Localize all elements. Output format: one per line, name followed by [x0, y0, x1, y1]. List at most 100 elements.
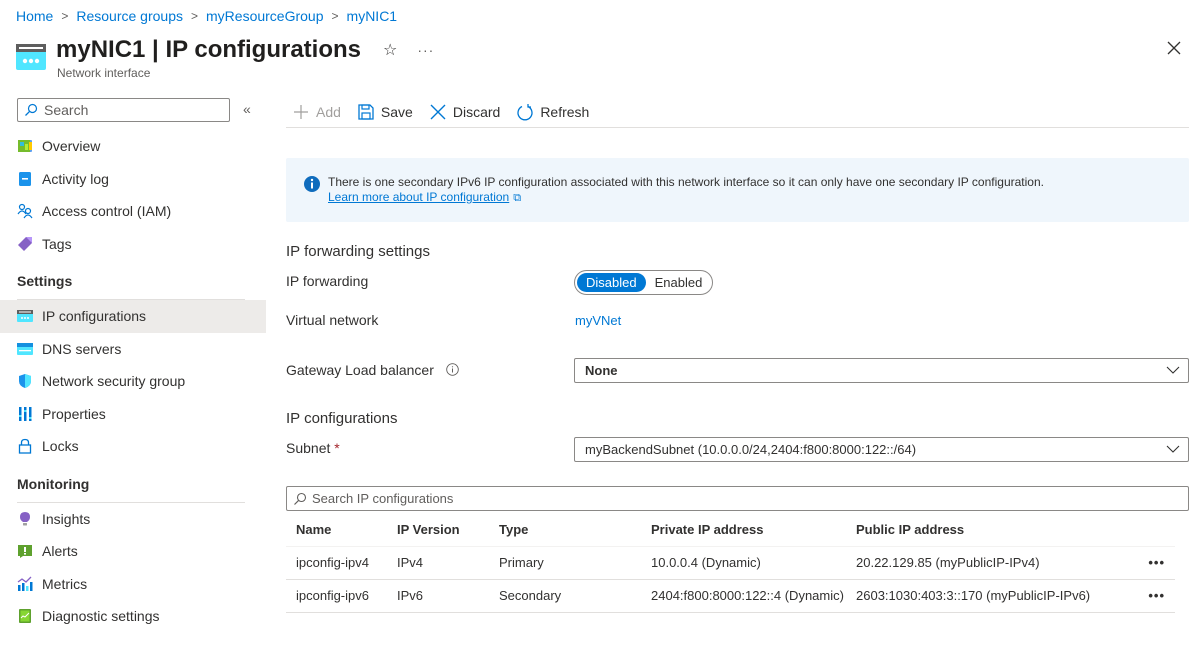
sidebar-item-tags[interactable]: Tags [0, 228, 266, 261]
resource-type: Network interface [57, 66, 151, 80]
sidebar-item-label: Metrics [42, 575, 88, 592]
sidebar-item-label: Locks [42, 438, 79, 455]
table-row[interactable]: ipconfig-ipv6 IPv6 Secondary 2404:f800:8… [286, 579, 1175, 613]
ip-forwarding-heading: IP forwarding settings [286, 243, 430, 260]
cell-ip-version: IPv6 [387, 579, 489, 613]
close-icon[interactable] [1166, 40, 1182, 56]
learn-more-link[interactable]: Learn more about IP configuration [328, 190, 509, 204]
cell-public-ip: 20.22.129.85 (myPublicIP-IPv4) [846, 546, 1126, 580]
sidebar-item-alerts[interactable]: Alerts [0, 535, 266, 568]
star-icon[interactable]: ☆ [383, 40, 397, 60]
save-button[interactable]: Save [357, 98, 413, 126]
toggle-enabled-option[interactable]: Enabled [646, 273, 712, 292]
sidebar-search[interactable] [17, 98, 230, 122]
table-row[interactable]: ipconfig-ipv4 IPv4 Primary 10.0.0.4 (Dyn… [286, 546, 1175, 580]
add-label: Add [316, 103, 341, 120]
cell-name: ipconfig-ipv4 [286, 546, 387, 580]
sidebar-item-label: Network security group [42, 373, 186, 390]
save-icon [358, 103, 374, 120]
cell-ip-version: IPv4 [387, 546, 489, 580]
info-banner: There is one secondary IPv6 IP configura… [286, 158, 1189, 222]
sidebar-item-diagnostic-settings[interactable]: Diagnostic settings [0, 600, 266, 633]
sidebar-item-overview[interactable]: Overview [0, 130, 266, 163]
row-more-button[interactable]: ••• [1126, 579, 1175, 613]
column-header-ip-version[interactable]: IP Version [387, 513, 489, 547]
column-header-private-ip[interactable]: Private IP address [641, 513, 846, 547]
subnet-label: Subnet * [286, 440, 340, 456]
sidebar-item-dns-servers[interactable]: DNS servers [0, 333, 266, 366]
sidebar-item-insights[interactable]: Insights [0, 503, 266, 536]
column-header-type[interactable]: Type [489, 513, 641, 547]
alert-icon [17, 543, 33, 559]
sidebar-nav: Overview Activity log Access control (IA… [0, 130, 266, 633]
breadcrumb-nic[interactable]: myNIC1 [347, 8, 398, 24]
cell-public-ip: 2603:1030:403:3::170 (myPublicIP-IPv6) [846, 579, 1126, 613]
sidebar-item-label: Tags [42, 235, 72, 252]
lock-icon [17, 438, 33, 454]
discard-icon [430, 104, 446, 119]
add-button[interactable]: Add [292, 98, 341, 126]
virtual-network-label: Virtual network [286, 312, 379, 328]
sidebar-item-properties[interactable]: Properties [0, 398, 266, 431]
more-options-button[interactable]: ··· [417, 42, 434, 58]
table-header-row: Name IP Version Type Private IP address … [286, 513, 1175, 547]
breadcrumb-resource-group[interactable]: myResourceGroup [206, 8, 324, 24]
discard-button[interactable]: Discard [429, 98, 500, 126]
ip-config-search[interactable] [286, 486, 1189, 511]
breadcrumb-resource-groups[interactable]: Resource groups [76, 8, 183, 24]
shield-icon [17, 373, 33, 389]
gateway-lb-label: Gateway Load balancer [286, 362, 459, 378]
search-icon [294, 492, 307, 505]
sidebar-item-ip-configurations[interactable]: IP configurations [0, 300, 266, 333]
breadcrumb: Home > Resource groups > myResourceGroup… [16, 8, 397, 24]
collapse-sidebar-button[interactable]: « [243, 101, 251, 117]
title-separator: | [145, 36, 166, 63]
cell-type: Primary [489, 546, 641, 580]
plus-icon [294, 104, 308, 119]
sidebar-item-label: Diagnostic settings [42, 608, 160, 625]
sidebar-item-label: IP configurations [42, 308, 147, 325]
activity-log-icon [17, 171, 33, 187]
virtual-network-link[interactable]: myVNet [575, 313, 621, 328]
info-tooltip-icon[interactable] [446, 363, 459, 376]
command-bar: Add Save Discard Refresh [286, 96, 1189, 128]
insights-icon [17, 511, 33, 527]
sidebar-item-label: Insights [42, 510, 91, 527]
blade-title: IP configurations [165, 36, 362, 63]
gateway-lb-dropdown[interactable]: None [574, 358, 1189, 383]
info-icon [304, 176, 320, 192]
sidebar-item-nsg[interactable]: Network security group [0, 365, 266, 398]
ip-config-search-input[interactable] [312, 491, 1162, 506]
network-interface-icon [16, 44, 46, 70]
column-header-name[interactable]: Name [286, 513, 387, 547]
ip-forwarding-label: IP forwarding [286, 273, 369, 289]
blade-header: myNIC1 | IP configurations ☆ ··· Network… [16, 34, 434, 80]
cell-type: Secondary [489, 579, 641, 613]
ip-forwarding-toggle[interactable]: Disabled Enabled [574, 270, 713, 295]
sidebar-search-input[interactable] [44, 102, 214, 118]
sidebar-item-locks[interactable]: Locks [0, 430, 266, 463]
metrics-icon [17, 576, 33, 592]
toggle-disabled-option[interactable]: Disabled [577, 273, 646, 292]
ip-config-icon [17, 308, 33, 324]
gateway-lb-label-text: Gateway Load balancer [286, 362, 434, 378]
subnet-label-text: Subnet [286, 440, 331, 456]
column-header-actions [1126, 513, 1175, 547]
sidebar-item-label: Alerts [42, 543, 78, 560]
ip-configurations-heading: IP configurations [286, 410, 398, 427]
refresh-button[interactable]: Refresh [516, 98, 589, 126]
row-more-button[interactable]: ••• [1126, 546, 1175, 580]
subnet-dropdown[interactable]: myBackendSubnet (10.0.0.0/24,2404:f800:8… [574, 437, 1189, 462]
cell-private-ip: 2404:f800:8000:122::4 (Dynamic) [641, 579, 846, 613]
required-indicator: * [334, 440, 340, 456]
sidebar-item-iam[interactable]: Access control (IAM) [0, 195, 266, 228]
ip-config-table: Name IP Version Type Private IP address … [286, 513, 1175, 613]
sidebar-item-label: Access control (IAM) [42, 203, 172, 220]
chevron-right-icon: > [191, 9, 199, 23]
breadcrumb-home[interactable]: Home [16, 8, 53, 24]
sidebar-item-metrics[interactable]: Metrics [0, 568, 266, 601]
save-label: Save [380, 103, 413, 120]
column-header-public-ip[interactable]: Public IP address [846, 513, 1126, 547]
sidebar-item-activity-log[interactable]: Activity log [0, 163, 266, 196]
search-icon [25, 103, 38, 116]
